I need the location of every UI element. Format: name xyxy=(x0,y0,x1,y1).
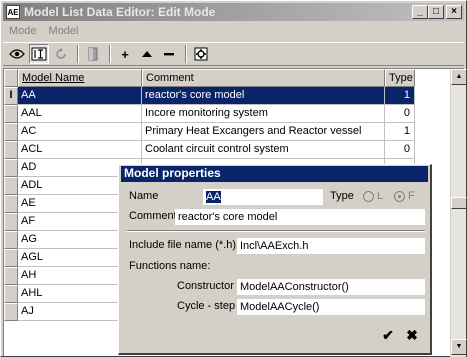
exit-door-icon[interactable] xyxy=(83,44,103,64)
toolbar: + xyxy=(3,42,464,66)
cell-comment[interactable]: Incore monitoring system xyxy=(142,105,385,123)
radio-f-icon xyxy=(394,190,405,202)
constructor-label: Constructor xyxy=(177,280,234,292)
ok-check-icon[interactable]: ✔ xyxy=(379,326,397,344)
cell-model-name[interactable]: AC xyxy=(18,123,142,141)
remove-icon[interactable] xyxy=(159,44,179,64)
radio-l-icon xyxy=(363,190,374,202)
cell-type[interactable]: 1 xyxy=(385,87,415,105)
type-label: Type xyxy=(330,190,354,202)
minimize-button[interactable]: _ xyxy=(412,5,428,19)
row-indicator[interactable] xyxy=(4,285,18,303)
cancel-x-icon[interactable]: ✖ xyxy=(403,326,421,344)
cell-comment[interactable]: reactor's core model xyxy=(142,87,385,105)
row-indicator[interactable] xyxy=(4,141,18,159)
grid-header: Model Name Comment Type xyxy=(4,69,415,87)
toolbar-separator xyxy=(185,45,187,63)
row-indicator[interactable] xyxy=(4,105,18,123)
title-bar[interactable]: AE Model List Data Editor: Edit Mode _ □… xyxy=(3,3,464,21)
constructor-field[interactable]: ModelAAConstructor() xyxy=(237,279,425,295)
type-option-l[interactable]: L xyxy=(363,190,383,202)
add-icon[interactable]: + xyxy=(115,44,135,64)
move-up-icon[interactable] xyxy=(137,44,157,64)
row-indicator[interactable] xyxy=(4,159,18,177)
include-file-field[interactable]: Incl\AAExch.h xyxy=(237,238,425,254)
table-row[interactable]: ACL Coolant circuit control system 0 xyxy=(4,141,415,159)
name-field[interactable]: AA xyxy=(203,189,323,205)
divider xyxy=(127,230,425,232)
column-header-type[interactable]: Type xyxy=(385,69,415,87)
type-option-f[interactable]: F xyxy=(394,190,415,202)
comment-field[interactable]: reactor's core model xyxy=(175,209,425,225)
include-file-label: Include file name (*.h) xyxy=(129,239,236,251)
cell-comment[interactable]: Coolant circuit control system xyxy=(142,141,385,159)
row-indicator[interactable] xyxy=(4,249,18,267)
menu-bar: Mode Model xyxy=(3,22,464,40)
type-option-f-label: F xyxy=(408,190,415,202)
settings-icon[interactable] xyxy=(191,44,211,64)
app-icon: AE xyxy=(6,5,20,19)
row-indicator[interactable] xyxy=(4,303,18,321)
model-properties-dialog: Model properties Name AA Type L F Commen… xyxy=(118,164,432,355)
close-button[interactable]: × xyxy=(446,5,462,19)
scrollbar-thumb[interactable] xyxy=(451,197,467,209)
row-indicator[interactable] xyxy=(4,213,18,231)
table-row[interactable]: I AA reactor's core model 1 xyxy=(4,87,415,105)
row-indicator[interactable] xyxy=(4,177,18,195)
scroll-down-arrow-icon[interactable]: ▼ xyxy=(451,339,467,355)
cell-model-name[interactable]: AA xyxy=(18,87,142,105)
row-indicator[interactable] xyxy=(4,267,18,285)
row-indicator[interactable]: I xyxy=(4,87,18,105)
table-row[interactable]: AAL Incore monitoring system 0 xyxy=(4,105,415,123)
toolbar-separator xyxy=(109,45,111,63)
cell-model-name[interactable]: AAL xyxy=(18,105,142,123)
cell-model-name[interactable]: ACL xyxy=(18,141,142,159)
cell-comment[interactable]: Primary Heat Excangers and Reactor vesse… xyxy=(142,123,385,141)
row-indicator-header xyxy=(4,69,18,87)
cycle-step-label: Cycle - step xyxy=(177,300,236,312)
column-header-comment[interactable]: Comment xyxy=(142,69,385,87)
table-row[interactable]: AC Primary Heat Excangers and Reactor ves… xyxy=(4,123,415,141)
menu-mode[interactable]: Mode xyxy=(3,25,43,37)
name-value: AA xyxy=(206,191,221,203)
cell-type[interactable]: 1 xyxy=(385,123,415,141)
main-window: AE Model List Data Editor: Edit Mode _ □… xyxy=(0,0,467,357)
vertical-scrollbar[interactable]: ▲ ▼ xyxy=(450,69,467,357)
functions-label: Functions name: xyxy=(129,260,211,272)
scroll-up-arrow-icon[interactable]: ▲ xyxy=(451,69,467,85)
cell-type[interactable]: 0 xyxy=(385,141,415,159)
cell-type[interactable]: 0 xyxy=(385,105,415,123)
refresh-icon[interactable] xyxy=(51,44,71,64)
name-label: Name xyxy=(129,190,159,202)
toolbar-separator xyxy=(77,45,79,63)
text-edit-icon[interactable] xyxy=(29,44,49,64)
cycle-step-field[interactable]: ModelAACycle() xyxy=(237,299,425,315)
dialog-title[interactable]: Model properties xyxy=(121,166,428,182)
eye-icon[interactable] xyxy=(7,44,27,64)
column-header-model-name[interactable]: Model Name xyxy=(18,69,142,87)
maximize-button[interactable]: □ xyxy=(428,5,444,19)
comment-label: Comment xyxy=(129,210,177,222)
row-indicator[interactable] xyxy=(4,123,18,141)
window-title: Model List Data Editor: Edit Mode xyxy=(24,5,216,19)
row-indicator[interactable] xyxy=(4,195,18,213)
row-indicator[interactable] xyxy=(4,231,18,249)
menu-model[interactable]: Model xyxy=(43,25,85,37)
type-option-l-label: L xyxy=(377,190,384,202)
